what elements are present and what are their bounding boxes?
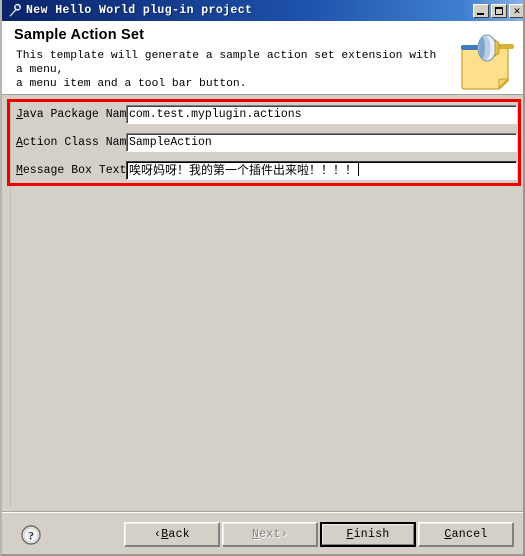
label-message-box-text-rest: essage Box Text: bbox=[22, 163, 134, 177]
cancel-button[interactable]: Cancel bbox=[418, 522, 514, 547]
back-button-label: ack bbox=[168, 528, 190, 541]
window-controls: ✕ bbox=[473, 3, 523, 18]
mnemonic-m: M bbox=[16, 163, 23, 177]
message-box-text-input[interactable]: 唉呀妈呀！我的第一个插件出来啦！！！！ bbox=[126, 160, 517, 180]
page-description: This template will generate a sample act… bbox=[16, 50, 437, 90]
next-button: Next › bbox=[222, 522, 318, 547]
wizard-client-area: Java Package Name: com.test.myplugin.act… bbox=[2, 95, 523, 512]
svg-text:?: ? bbox=[28, 529, 34, 543]
java-package-name-input[interactable]: com.test.myplugin.actions bbox=[126, 104, 517, 124]
close-button[interactable]: ✕ bbox=[509, 3, 523, 18]
next-button-label: ext bbox=[259, 528, 281, 541]
mnemonic-a: A bbox=[16, 135, 23, 149]
title-bar-left: New Hello World plug-in project bbox=[6, 3, 473, 19]
wizard-header-banner: Sample Action Set This template will gen… bbox=[2, 21, 523, 95]
wizard-dialog-window: New Hello World plug-in project ✕ Sample… bbox=[0, 0, 525, 556]
navigation-buttons: ‹ Back Next › Finish Cancel bbox=[124, 522, 514, 547]
plugin-wrench-icon bbox=[6, 3, 22, 19]
label-action-class-name: Action Class Name: bbox=[12, 135, 140, 149]
cancel-button-label: ancel bbox=[451, 528, 488, 541]
finish-button-label: inish bbox=[353, 528, 390, 541]
minimize-button[interactable] bbox=[473, 3, 489, 18]
finish-button[interactable]: Finish bbox=[320, 522, 416, 547]
sample-action-set-form: Java Package Name: com.test.myplugin.act… bbox=[12, 100, 517, 184]
maximize-button[interactable] bbox=[491, 3, 507, 18]
close-icon: ✕ bbox=[513, 5, 521, 16]
back-button-prefix: ‹ bbox=[153, 528, 162, 541]
label-java-package-name-rest: ava Package Name: bbox=[22, 107, 141, 121]
cancel-button-mnemonic: C bbox=[444, 528, 452, 541]
text-caret bbox=[358, 162, 360, 176]
back-button[interactable]: ‹ Back bbox=[124, 522, 220, 547]
next-button-mnemonic: N bbox=[251, 528, 260, 541]
page-title: Sample Action Set bbox=[14, 27, 145, 43]
back-button-mnemonic: B bbox=[161, 528, 169, 541]
label-action-class-name-rest: ction Class Name: bbox=[22, 135, 141, 149]
action-class-name-input[interactable]: SampleAction bbox=[126, 132, 517, 152]
label-message-box-text: Message Box Text: bbox=[12, 163, 133, 177]
action-class-name-value: SampleAction bbox=[129, 135, 212, 149]
message-box-text-value: 唉呀妈呀！我的第一个插件出来啦！！！！ bbox=[129, 162, 358, 177]
wizard-page-plugin-icon bbox=[449, 25, 519, 91]
finish-button-mnemonic: F bbox=[346, 528, 354, 541]
java-package-name-value: com.test.myplugin.actions bbox=[129, 107, 302, 121]
window-title: New Hello World plug-in project bbox=[26, 4, 253, 17]
field-row-action-class-name: Action Class Name: SampleAction bbox=[12, 128, 517, 156]
title-bar[interactable]: New Hello World plug-in project ✕ bbox=[2, 0, 523, 21]
label-java-package-name: Java Package Name: bbox=[12, 107, 140, 121]
next-button-suffix: › bbox=[280, 528, 288, 541]
help-question-icon[interactable]: ? bbox=[20, 524, 42, 546]
field-row-java-package-name: Java Package Name: com.test.myplugin.act… bbox=[12, 100, 517, 128]
mnemonic-j: J bbox=[16, 107, 23, 121]
field-row-message-box-text: Message Box Text: 唉呀妈呀！我的第一个插件出来啦！！！！ bbox=[12, 156, 517, 184]
finish-button-inner: Finish bbox=[322, 524, 414, 545]
dialog-button-bar: ? ‹ Back Next › Finish Cancel bbox=[2, 512, 523, 554]
